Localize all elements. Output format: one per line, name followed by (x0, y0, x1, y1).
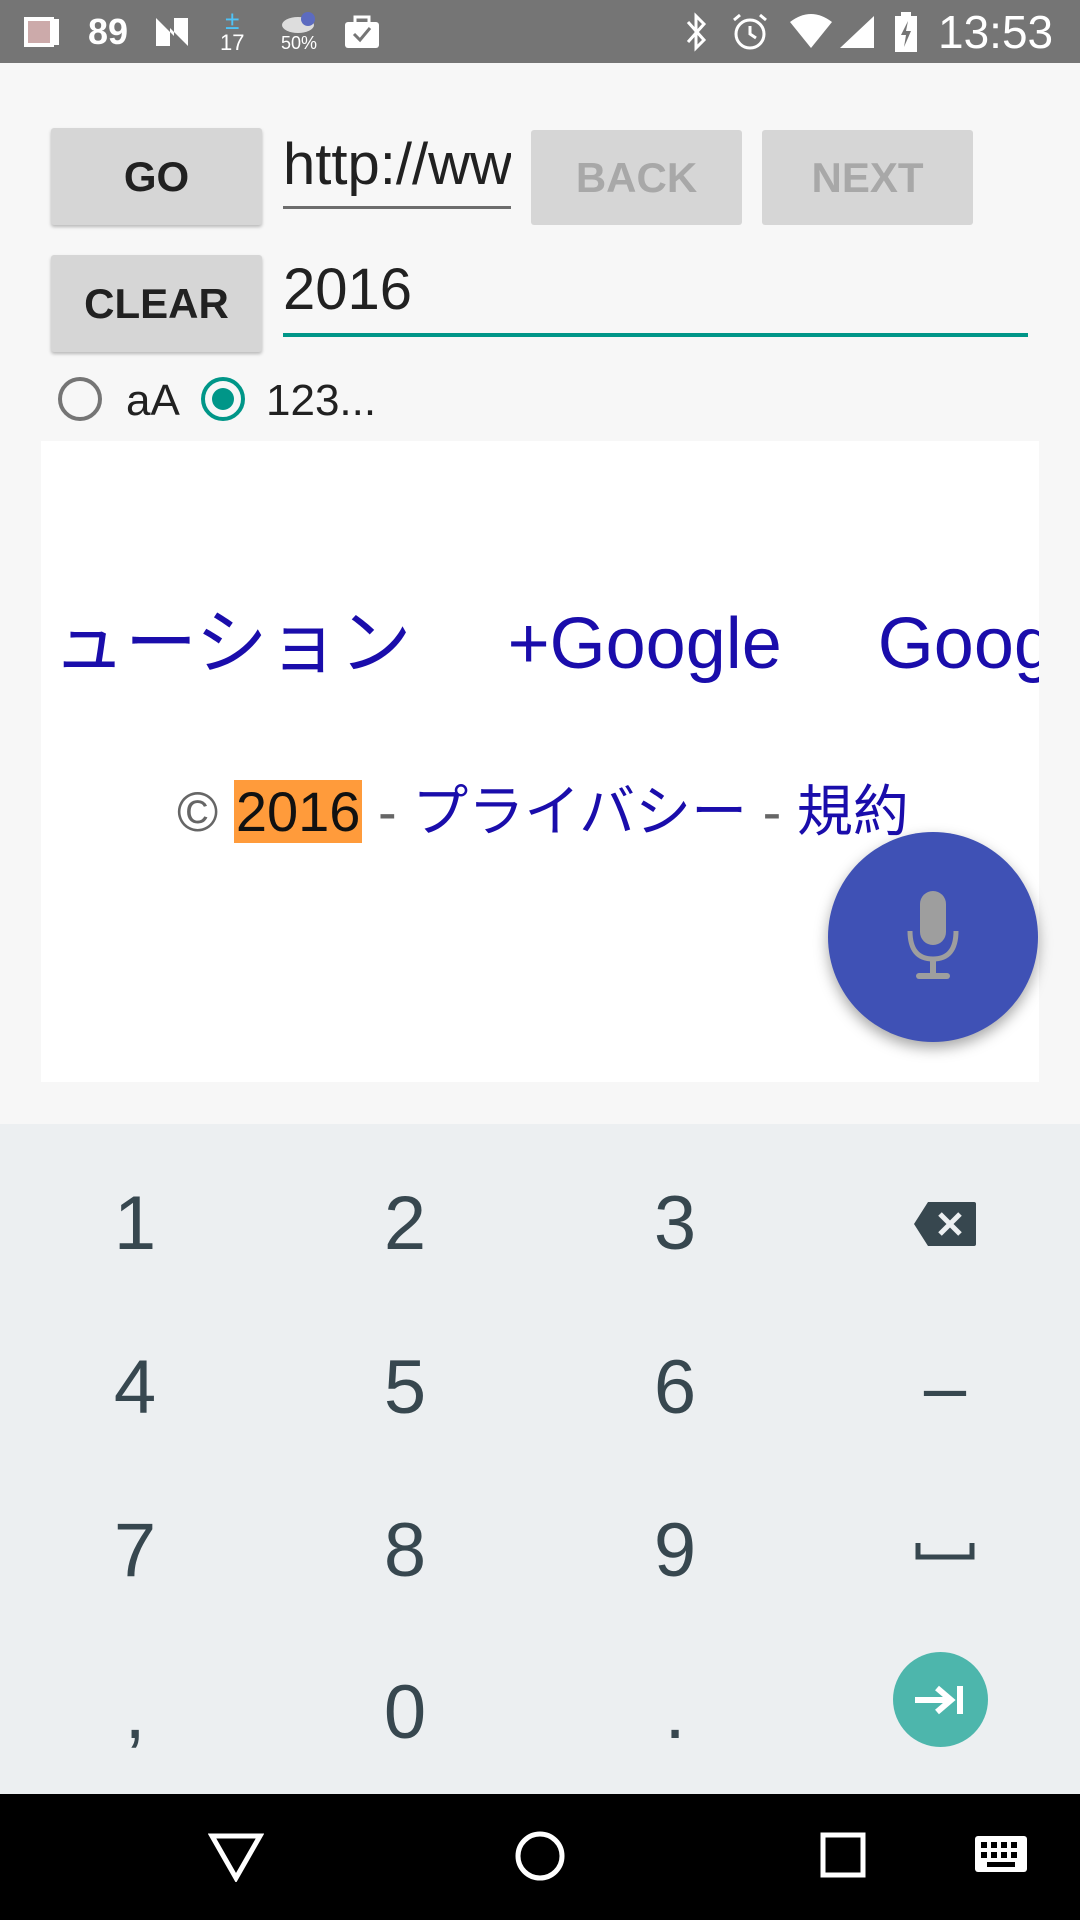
space-key[interactable] (810, 1469, 1080, 1632)
backspace-icon (914, 1201, 976, 1246)
key-3[interactable]: 3 (540, 1142, 810, 1305)
key-7[interactable]: 7 (0, 1469, 270, 1632)
url-field[interactable]: http://ww (283, 130, 511, 200)
notebook-icon (22, 0, 62, 63)
clear-button[interactable]: CLEAR (51, 255, 262, 352)
nav-link-google-plus[interactable]: +Google (508, 604, 782, 684)
key-9[interactable]: 9 (540, 1469, 810, 1632)
alarm-icon (730, 0, 770, 63)
search-field[interactable]: 2016 (283, 255, 1027, 325)
key-2[interactable]: 2 (270, 1142, 540, 1305)
key-comma[interactable]: , (0, 1631, 270, 1794)
navigation-bar (0, 1794, 1080, 1920)
tab-arrow-icon (914, 1685, 963, 1714)
key-5[interactable]: 5 (270, 1306, 540, 1469)
nav-link-solutions[interactable]: ューション (53, 604, 412, 684)
enter-key[interactable] (893, 1652, 988, 1747)
status-number: 89 (88, 10, 129, 52)
briefcase-icon (342, 0, 382, 63)
back-button[interactable]: BACK (531, 130, 742, 225)
battery-icon (893, 0, 919, 63)
space-icon (915, 1542, 975, 1559)
n-icon (152, 0, 192, 63)
backspace-key[interactable] (810, 1142, 1080, 1305)
recents-nav-icon[interactable] (818, 1830, 868, 1880)
voice-search-button[interactable] (828, 832, 1038, 1042)
weather-icon: 50% (278, 0, 320, 63)
key-0[interactable]: 0 (270, 1631, 540, 1794)
key-period[interactable]: . (540, 1631, 810, 1794)
copyright-symbol: © (177, 780, 219, 843)
status-bar: 89 ± 17 50% 13:53 (0, 0, 1080, 63)
footer-nav: ューション +Google Goog (53, 584, 1039, 689)
signal-icon (838, 0, 876, 63)
weather-percent: 50% (280, 32, 318, 53)
radio-number-label[interactable]: 123... (266, 376, 376, 426)
copyright-line: © 2016 - プライバシー - 規約 (177, 767, 909, 848)
microphone-icon (907, 891, 959, 979)
nav-link-google[interactable]: Goog (878, 604, 1039, 684)
key-1[interactable]: 1 (0, 1142, 270, 1305)
radio-number-dot (212, 388, 234, 410)
key-minus[interactable]: – (810, 1306, 1080, 1469)
url-field-underline (283, 206, 511, 209)
search-field-underline (283, 333, 1028, 337)
clock: 13:53 (938, 5, 1054, 58)
separator: - (762, 780, 782, 843)
keyboard-switch-icon[interactable] (973, 1834, 1029, 1874)
key-6[interactable]: 6 (540, 1306, 810, 1469)
back-nav-icon[interactable] (208, 1832, 264, 1882)
go-button[interactable]: GO (51, 128, 262, 225)
radio-case-label[interactable]: aA (126, 376, 180, 426)
calendar-icon: ± 17 (220, 4, 245, 55)
bluetooth-icon (684, 0, 710, 63)
radio-number[interactable] (201, 377, 245, 421)
separator: - (377, 780, 397, 843)
privacy-link[interactable]: プライバシー (412, 780, 747, 843)
wifi-icon (788, 0, 834, 63)
next-button[interactable]: NEXT (762, 130, 973, 225)
calendar-date: 17 (220, 29, 245, 55)
radio-case[interactable] (58, 377, 102, 421)
key-8[interactable]: 8 (270, 1469, 540, 1632)
terms-link[interactable]: 規約 (797, 780, 909, 843)
home-nav-icon[interactable] (512, 1828, 568, 1884)
key-4[interactable]: 4 (0, 1306, 270, 1469)
highlighted-year: 2016 (233, 780, 363, 843)
